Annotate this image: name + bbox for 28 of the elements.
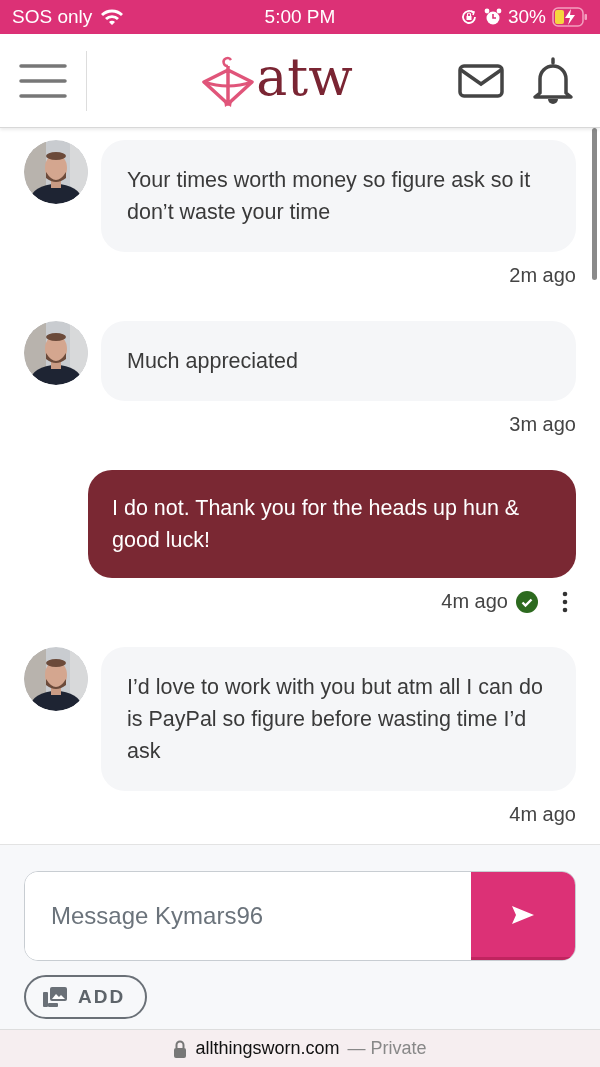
menu-icon[interactable] (19, 62, 67, 99)
add-media-button[interactable]: ADD (24, 975, 148, 1019)
url-domain[interactable]: allthingsworn.com (195, 1038, 340, 1059)
sent-message-bubble: I do not. Thank you for the heads up hun & good luck! (88, 470, 576, 578)
received-message-bubble: Your times worth money so figure ask so it don’t waste your time (101, 140, 576, 252)
message-input[interactable]: Message Kymars96 (24, 871, 576, 961)
timestamp: 3m ago (509, 413, 576, 436)
carrier-label: SOS only (12, 6, 93, 28)
battery-percentage: 30% (507, 6, 546, 28)
alarm-icon (483, 8, 502, 26)
lock-icon (173, 1039, 188, 1058)
scrollbar[interactable] (592, 128, 597, 280)
send-icon (511, 904, 535, 925)
send-button[interactable] (471, 872, 575, 960)
timestamp: 2m ago (509, 264, 576, 287)
mail-icon[interactable] (458, 63, 504, 98)
received-message-bubble: I’d love to work with you but atm all I can do is PayPal so figure before wasting time I’d ask (101, 647, 576, 791)
private-label: — Private (347, 1038, 427, 1059)
wifi-icon (100, 8, 125, 26)
logo-text[interactable]: atw (256, 50, 353, 103)
timestamp: 4m ago (509, 803, 576, 826)
timestamp: 4m ago (441, 590, 508, 613)
bell-icon[interactable] (532, 56, 574, 105)
received-message-bubble: Much appreciated (101, 321, 576, 401)
battery-charging-icon (552, 7, 588, 27)
gallery-icon (42, 986, 68, 1008)
clock: 5:00 PM (264, 6, 336, 27)
rotation-lock-icon (459, 8, 478, 26)
